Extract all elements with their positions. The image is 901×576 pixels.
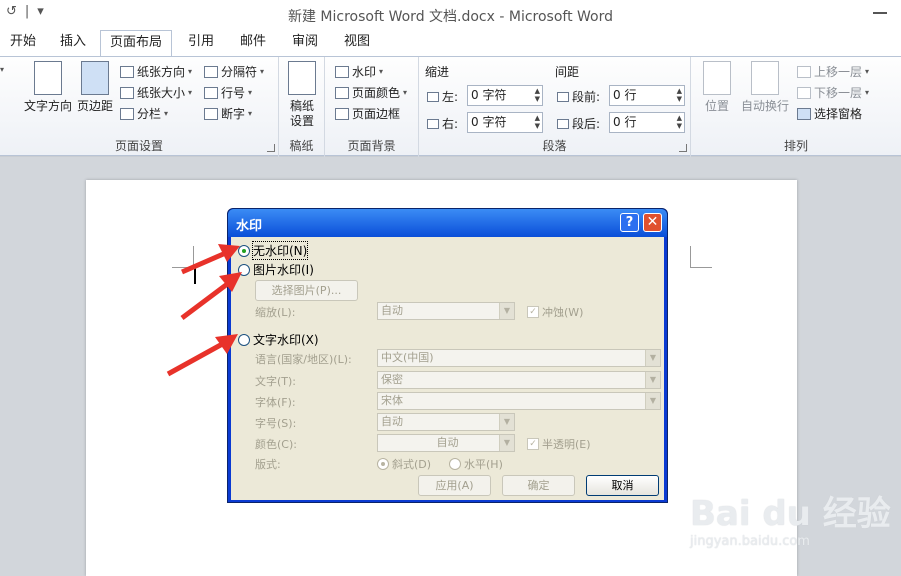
arrow-no-watermark	[181, 244, 240, 275]
arrow-text-watermark	[166, 334, 238, 377]
baidu-watermark-url: jingyan.baidu.com	[690, 534, 810, 549]
baidu-watermark-logo: Bai du 经验	[690, 494, 891, 534]
arrow-picture-watermark	[180, 272, 242, 320]
